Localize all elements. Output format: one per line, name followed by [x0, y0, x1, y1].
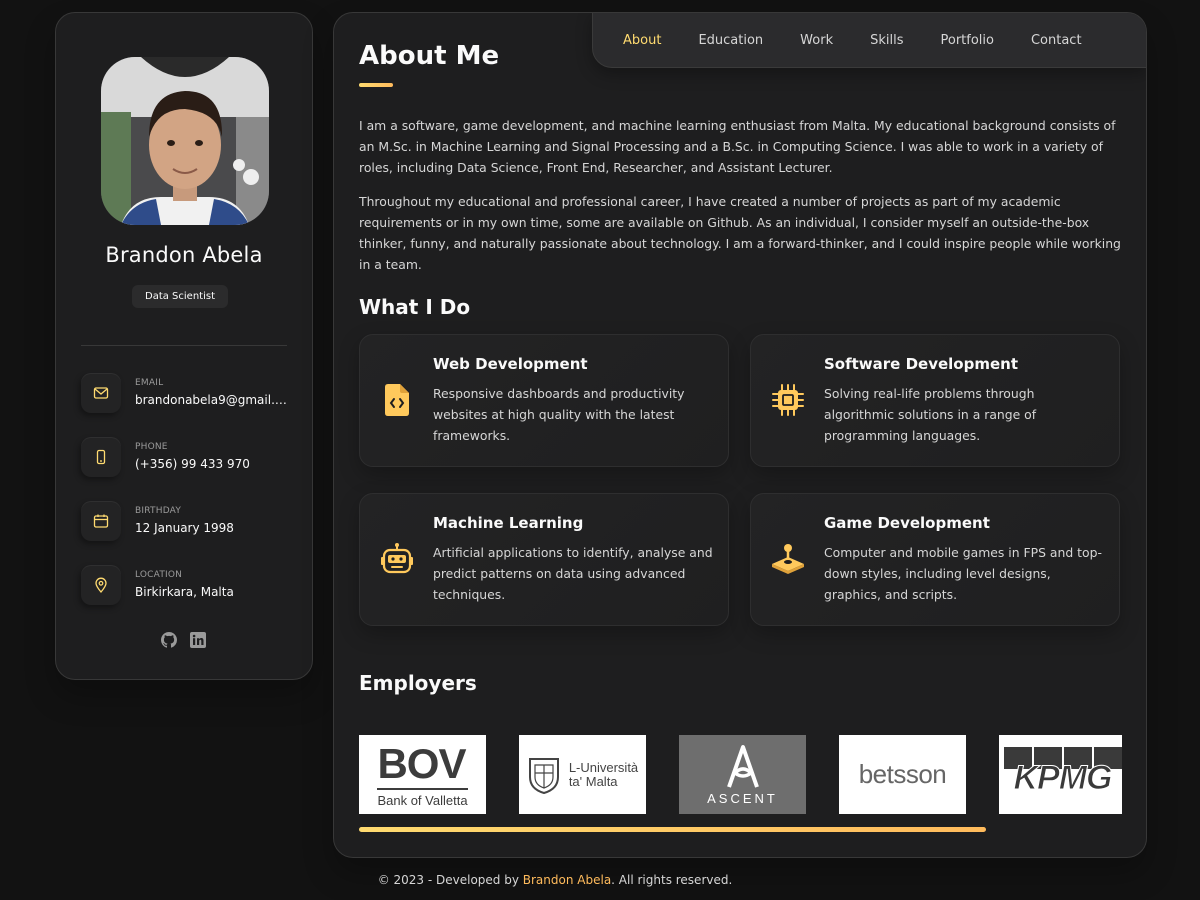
nav-portfolio[interactable]: Portfolio: [940, 33, 993, 48]
ascent-logo[interactable]: ASCENT: [679, 735, 806, 814]
bov-logo[interactable]: BOV Bank of Valletta: [359, 735, 486, 814]
footer-prefix: © 2023 - Developed by: [377, 873, 523, 887]
birthday-value: 12 January 1998: [135, 521, 234, 535]
betsson-logo-text: betsson: [858, 759, 947, 789]
service-title: Machine Learning: [433, 514, 584, 532]
service-card-ml: Machine Learning Artificial applications…: [359, 493, 729, 626]
service-title: Web Development: [433, 355, 588, 373]
service-desc: Computer and mobile games in FPS and top…: [824, 545, 1102, 602]
contact-label: Birthday: [135, 506, 182, 516]
linkedin-icon[interactable]: [189, 631, 206, 648]
university-logo-text: ta' Malta: [568, 773, 618, 789]
university-of-malta-logo[interactable]: L-Università ta' Malta: [519, 735, 646, 814]
email-link[interactable]: brandonabela9@gmail.com: [135, 393, 291, 407]
ascent-logo-text: ASCENT: [707, 791, 778, 806]
nav-about[interactable]: About: [623, 33, 661, 48]
location-pin-icon: [81, 565, 121, 605]
code-file-icon: [378, 381, 416, 419]
contact-birthday: Birthday 12 January 1998: [81, 501, 291, 543]
betsson-logo[interactable]: betsson: [839, 735, 966, 814]
service-card-software: Software Development Solving real-life p…: [750, 334, 1120, 467]
service-desc: Solving real-life problems through algor…: [824, 386, 1037, 443]
job-title-badge: Data Scientist: [132, 285, 228, 308]
nav-contact[interactable]: Contact: [1031, 33, 1082, 48]
nav-education[interactable]: Education: [698, 33, 763, 48]
services-title: What I Do: [359, 295, 471, 319]
social-links: [160, 631, 220, 651]
avatar: [101, 57, 269, 225]
divider: [81, 345, 287, 346]
contact-label: Phone: [135, 442, 168, 452]
sidebar: Brandon Abela Data Scientist Email brand…: [55, 12, 313, 680]
bov-logo-subtext: Bank of Valletta: [377, 792, 468, 808]
phone-link[interactable]: (+356) 99 433 970: [135, 457, 291, 471]
nav-skills[interactable]: Skills: [870, 33, 903, 48]
footer: © 2023 - Developed by Brandon Abela. All…: [0, 873, 1110, 887]
profile-name: Brandon Abela: [105, 243, 263, 267]
github-icon[interactable]: [160, 631, 177, 648]
university-crest-icon: [528, 757, 559, 794]
phone-icon: [81, 437, 121, 477]
bov-logo-text: BOV: [377, 739, 466, 787]
location-value: Birkirkara, Malta: [135, 585, 234, 599]
joystick-icon: [769, 540, 807, 578]
calendar-icon: [81, 501, 121, 541]
about-paragraph: Throughout my educational and profession…: [359, 194, 1121, 272]
nav-work[interactable]: Work: [800, 33, 833, 48]
service-card-game: Game Development Computer and mobile gam…: [750, 493, 1120, 626]
carousel-scrollbar[interactable]: [359, 827, 986, 832]
kpmg-logo[interactable]: KPMG: [999, 735, 1122, 814]
service-card-web: Web Development Responsive dashboards an…: [359, 334, 729, 467]
contact-location: Location Birkirkara, Malta: [81, 565, 291, 607]
navbar: About Education Work Skills Portfolio Co…: [592, 13, 1146, 68]
footer-author-link[interactable]: Brandon Abela: [523, 873, 611, 887]
service-desc: Artificial applications to identify, ana…: [433, 545, 713, 602]
footer-suffix: . All rights reserved.: [611, 873, 733, 887]
ascent-a-icon: [726, 745, 759, 788]
university-logo-text: L-Università: [568, 759, 639, 775]
employers-carousel: BOV Bank of Valletta L-Università ta' Ma…: [359, 735, 1122, 815]
service-desc: Responsive dashboards and productivity w…: [433, 386, 685, 443]
contact-label: Email: [135, 378, 164, 388]
employers-title: Employers: [359, 671, 477, 695]
service-title: Game Development: [824, 514, 990, 532]
contact-email: Email brandonabela9@gmail.com: [81, 373, 291, 415]
title-underline: [359, 83, 393, 87]
service-title: Software Development: [824, 355, 1018, 373]
mail-icon: [81, 373, 121, 413]
page-title: About Me: [359, 41, 500, 71]
kpmg-logo-text: KPMG: [1013, 759, 1113, 798]
about-paragraph: I am a software, game development, and m…: [359, 118, 1116, 175]
robot-icon: [378, 540, 416, 578]
contact-label: Location: [135, 570, 183, 580]
cpu-chip-icon: [769, 381, 807, 419]
main-content: About Education Work Skills Portfolio Co…: [333, 12, 1147, 858]
contact-phone: Phone (+356) 99 433 970: [81, 437, 291, 479]
